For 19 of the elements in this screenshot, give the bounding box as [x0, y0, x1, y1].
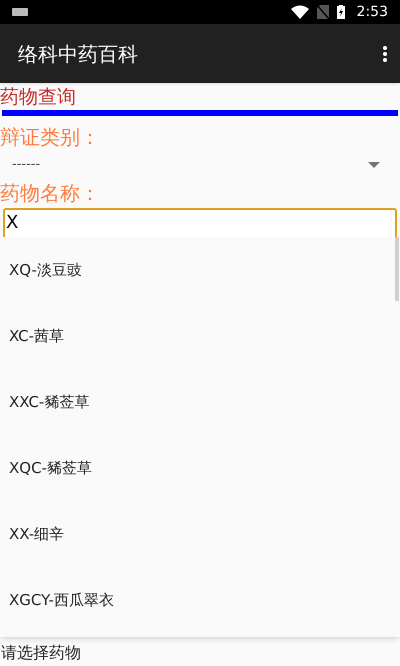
suggestion-item[interactable]: XQC-豨莶草 — [0, 435, 400, 501]
more-menu-icon[interactable] — [382, 44, 388, 62]
suggestion-item[interactable]: XX-细辛 — [0, 501, 400, 567]
suggestion-item[interactable]: XGCY-西瓜翠衣 — [0, 567, 400, 633]
suggestion-item[interactable]: XXC-豨莶草 — [0, 369, 400, 435]
section-title: 药物查询 — [0, 85, 77, 110]
no-sim-icon — [316, 5, 329, 19]
wifi-icon — [290, 5, 309, 19]
status-time: 2:53 — [356, 2, 388, 22]
drug-name-label: 药物名称： — [0, 180, 101, 207]
caret-icon — [368, 162, 380, 168]
app-title: 络科中药百科 — [18, 40, 139, 68]
battery-charging-icon — [336, 5, 345, 19]
hint-text: 请选择药物 — [0, 642, 82, 664]
category-label: 辩证类别： — [0, 124, 101, 151]
suggestion-item[interactable]: XC-茜草 — [0, 303, 400, 369]
category-dropdown[interactable]: ------ — [0, 152, 400, 178]
keyboard-icon — [12, 8, 28, 16]
scrollbar — [395, 237, 399, 301]
